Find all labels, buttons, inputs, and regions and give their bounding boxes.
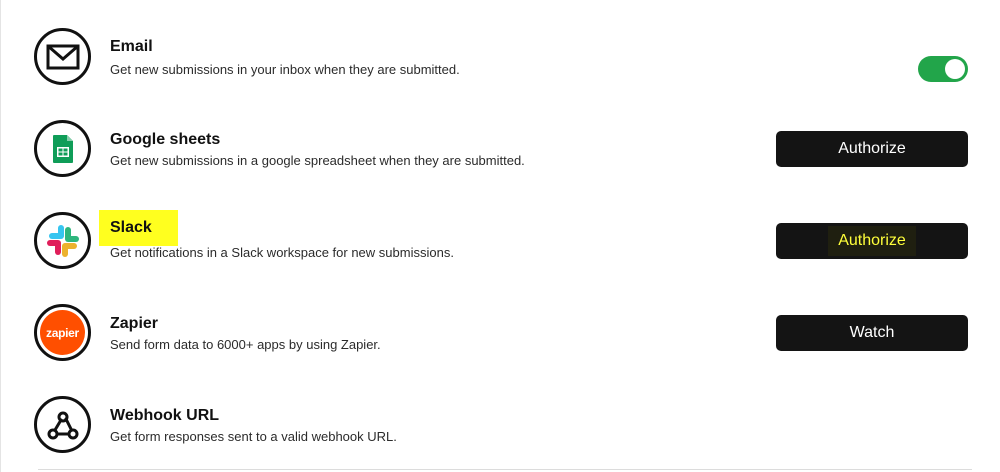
integration-row-webhook: Webhook URL Get form responses sent to a… xyxy=(0,380,1000,472)
integration-title: Webhook URL xyxy=(110,407,220,424)
email-toggle[interactable] xyxy=(918,56,968,82)
integration-title: Email xyxy=(110,38,153,55)
integration-row-google-sheets: Google sheets Get new submissions in a g… xyxy=(0,104,1000,196)
toggle-knob xyxy=(945,59,965,79)
watch-zapier-button[interactable]: Watch xyxy=(776,315,968,351)
bottom-divider xyxy=(38,469,972,470)
integration-row-email: Email Get new submissions in your inbox … xyxy=(0,12,1000,104)
envelope-icon xyxy=(34,28,91,85)
webhook-icon xyxy=(34,396,91,453)
integrations-panel: Email Get new submissions in your inbox … xyxy=(0,0,1000,472)
integration-title: Zapier xyxy=(110,315,159,332)
authorize-slack-button[interactable]: Authorize xyxy=(776,223,968,259)
slack-icon xyxy=(34,212,91,269)
integration-title: Google sheets xyxy=(110,131,221,148)
integration-description: Send form data to 6000+ apps by using Za… xyxy=(110,337,381,352)
google-sheets-icon xyxy=(34,120,91,177)
integration-title: Slack xyxy=(99,210,178,246)
integration-description: Get notifications in a Slack workspace f… xyxy=(110,245,454,260)
integration-description: Get form responses sent to a valid webho… xyxy=(110,429,397,444)
integration-description: Get new submissions in a google spreadsh… xyxy=(110,153,525,168)
integration-row-slack: Slack Get notifications in a Slack works… xyxy=(0,196,1000,288)
zapier-icon: zapier xyxy=(34,304,91,361)
authorize-google-sheets-button[interactable]: Authorize xyxy=(776,131,968,167)
integration-row-zapier: zapier Zapier Send form data to 6000+ ap… xyxy=(0,288,1000,380)
authorize-slack-label: Authorize xyxy=(828,226,916,256)
integration-description: Get new submissions in your inbox when t… xyxy=(110,62,460,77)
zapier-logo: zapier xyxy=(40,310,85,355)
